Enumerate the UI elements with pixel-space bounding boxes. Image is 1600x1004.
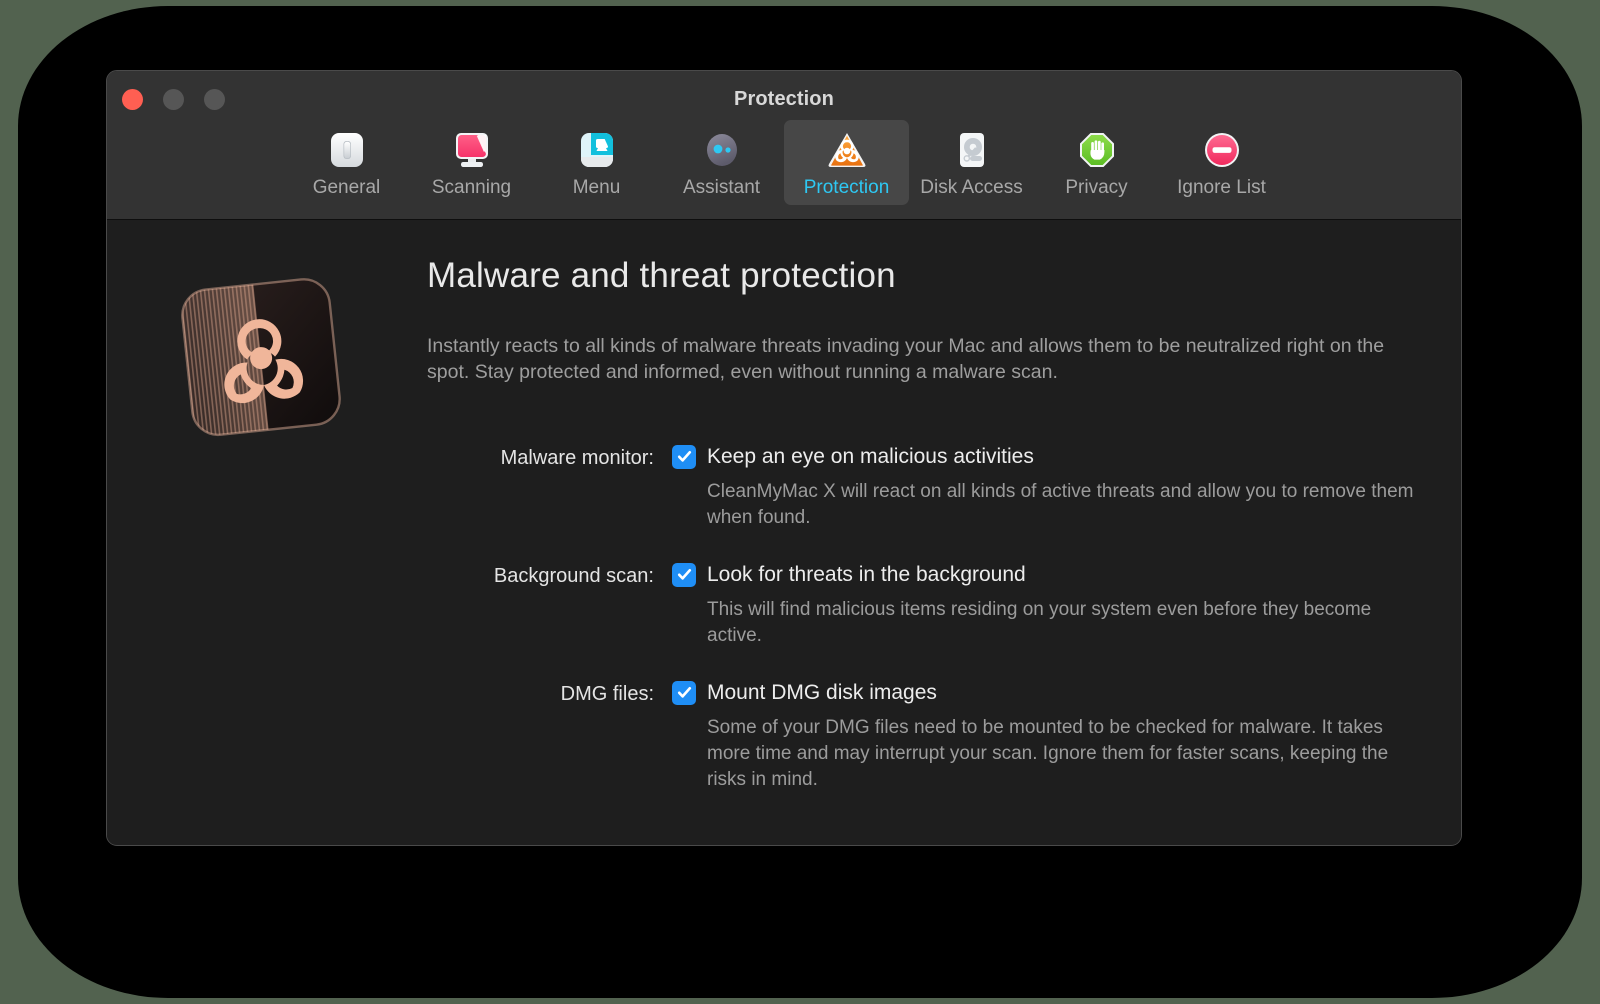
window-toolbar: Protection General Scanning Menu Assista…: [107, 71, 1461, 220]
menu-display-icon: [575, 128, 619, 172]
window-title: Protection: [734, 88, 834, 110]
checkbox-dmg-files[interactable]: Mount DMG disk images: [672, 680, 1421, 706]
tab-ignore-list[interactable]: Ignore List: [1159, 120, 1284, 205]
setting-hint: This will find malicious items residing …: [707, 598, 1372, 646]
tab-privacy[interactable]: Privacy: [1034, 120, 1159, 205]
biohazard-card-icon: [167, 266, 357, 446]
checkbox-malware-monitor[interactable]: Keep an eye on malicious activities: [672, 444, 1421, 470]
checkbox-checked-icon[interactable]: [672, 444, 696, 469]
tab-general[interactable]: General: [284, 120, 409, 205]
checkbox-checked-icon[interactable]: [672, 562, 696, 587]
checkbox-checked-icon[interactable]: [672, 680, 696, 705]
toolbar-tab-list: General Scanning Menu Assistant Protecti…: [107, 120, 1461, 205]
minus-circle-icon: [1200, 128, 1244, 172]
assistant-face-icon: [700, 128, 744, 172]
tab-label: Assistant: [682, 177, 761, 198]
setting-row-background-scan: Background scan: Look for threats in the…: [427, 562, 1421, 649]
tab-scanning[interactable]: Scanning: [409, 120, 534, 205]
checkbox-label: Look for threats in the background: [707, 562, 1026, 586]
checkbox-label: Keep an eye on malicious activities: [707, 444, 1034, 468]
checkbox-background-scan[interactable]: Look for threats in the background: [672, 562, 1421, 588]
tab-label: Menu: [572, 177, 621, 198]
preferences-content-pane: Malware and threat protection Instantly …: [107, 220, 1461, 844]
setting-hint: Some of your DMG files need to be mounte…: [707, 716, 1389, 790]
tab-menu[interactable]: Menu: [534, 120, 659, 205]
settings-list: Malware monitor: Keep an eye on maliciou…: [427, 444, 1421, 793]
setting-label: Background scan:: [493, 564, 654, 587]
page-title: Malware and threat protection: [427, 256, 896, 295]
tab-protection[interactable]: Protection: [784, 120, 909, 205]
page-description: Instantly reacts to all kinds of malware…: [427, 335, 1385, 383]
biohazard-triangle-icon: [825, 128, 869, 172]
tab-label: Protection: [803, 177, 890, 198]
setting-row-malware-monitor: Malware monitor: Keep an eye on maliciou…: [427, 444, 1421, 531]
toggle-switch-icon: [325, 128, 369, 172]
tab-label: Disk Access: [920, 177, 1023, 198]
tab-label: Ignore List: [1177, 177, 1266, 198]
tab-assistant[interactable]: Assistant: [659, 120, 784, 205]
setting-label: Malware monitor:: [500, 446, 654, 469]
checkbox-label: Mount DMG disk images: [707, 680, 937, 704]
setting-body: Mount DMG disk images Some of your DMG f…: [672, 680, 1421, 793]
setting-label: DMG files:: [560, 682, 654, 705]
monitor-scan-icon: [450, 128, 494, 172]
tab-label: Privacy: [1065, 177, 1128, 198]
setting-row-dmg-files: DMG files: Mount DMG disk images Some of…: [427, 680, 1421, 793]
setting-body: Look for threats in the background This …: [672, 562, 1421, 649]
tab-label: Scanning: [431, 177, 512, 198]
preferences-window: Protection General Scanning Menu Assista…: [106, 70, 1462, 846]
stop-hand-icon: [1075, 128, 1119, 172]
tab-disk-access[interactable]: Disk Access: [909, 120, 1034, 205]
tab-label: General: [312, 177, 381, 198]
setting-hint: CleanMyMac X will react on all kinds of …: [707, 480, 1414, 528]
hard-disk-icon: [950, 128, 994, 172]
protection-settings-column: Malware and threat protection Instantly …: [427, 256, 1421, 824]
setting-body: Keep an eye on malicious activities Clea…: [672, 444, 1421, 531]
